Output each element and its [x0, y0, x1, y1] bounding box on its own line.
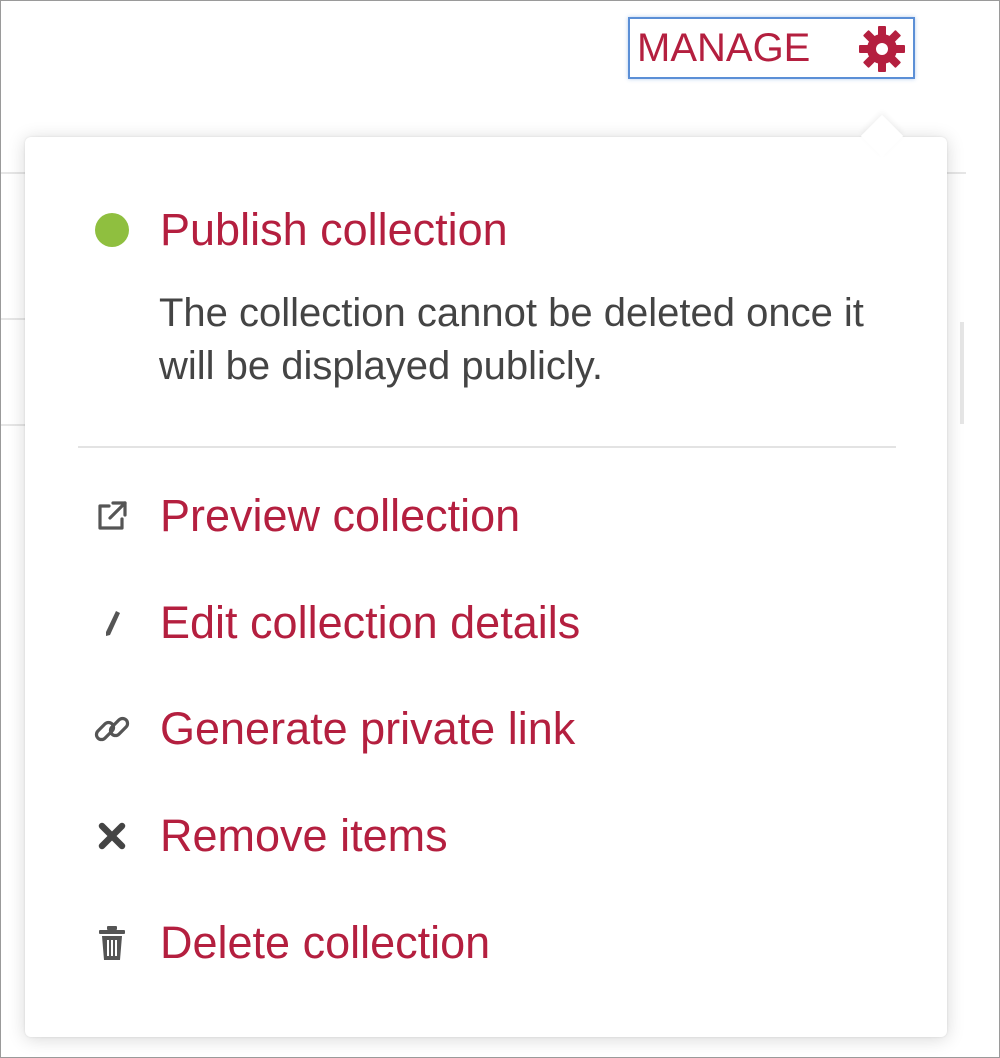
manage-button-label: MANAGE [637, 26, 811, 70]
remove-items-item[interactable]: Remove items [90, 813, 448, 858]
edit-collection-details-item[interactable]: Edit collection details [90, 600, 580, 645]
publish-description: The collection cannot be deleted once it… [159, 291, 864, 388]
status-dot-icon [90, 208, 134, 252]
publish-collection-label: Publish collection [160, 204, 508, 255]
background-rule [0, 424, 25, 426]
menu-divider [78, 446, 896, 448]
external-link-icon [90, 494, 134, 538]
menu-caret [860, 114, 904, 158]
background-rule [0, 318, 25, 320]
edit-collection-details-label: Edit collection details [160, 597, 581, 648]
manage-button[interactable]: MANAGE [628, 17, 915, 79]
background-input-edge [960, 322, 964, 424]
preview-collection-label: Preview collection [160, 490, 521, 541]
background-rule [946, 172, 966, 174]
publish-collection-item[interactable]: Publish collection [90, 207, 508, 252]
generate-private-link-label: Generate private link [160, 703, 576, 754]
trash-icon [90, 921, 134, 965]
delete-collection-label: Delete collection [160, 917, 491, 968]
pencil-icon [90, 601, 134, 645]
remove-items-label: Remove items [160, 810, 448, 861]
generate-private-link-item[interactable]: Generate private link [90, 706, 575, 751]
background-rule [0, 172, 25, 174]
manage-dropdown-menu: Publish collection The collection cannot… [25, 114, 947, 1037]
delete-collection-item[interactable]: Delete collection [90, 920, 490, 965]
close-icon [90, 814, 134, 858]
preview-collection-item[interactable]: Preview collection [90, 493, 520, 538]
link-icon [90, 707, 134, 751]
gear-icon [859, 26, 905, 72]
